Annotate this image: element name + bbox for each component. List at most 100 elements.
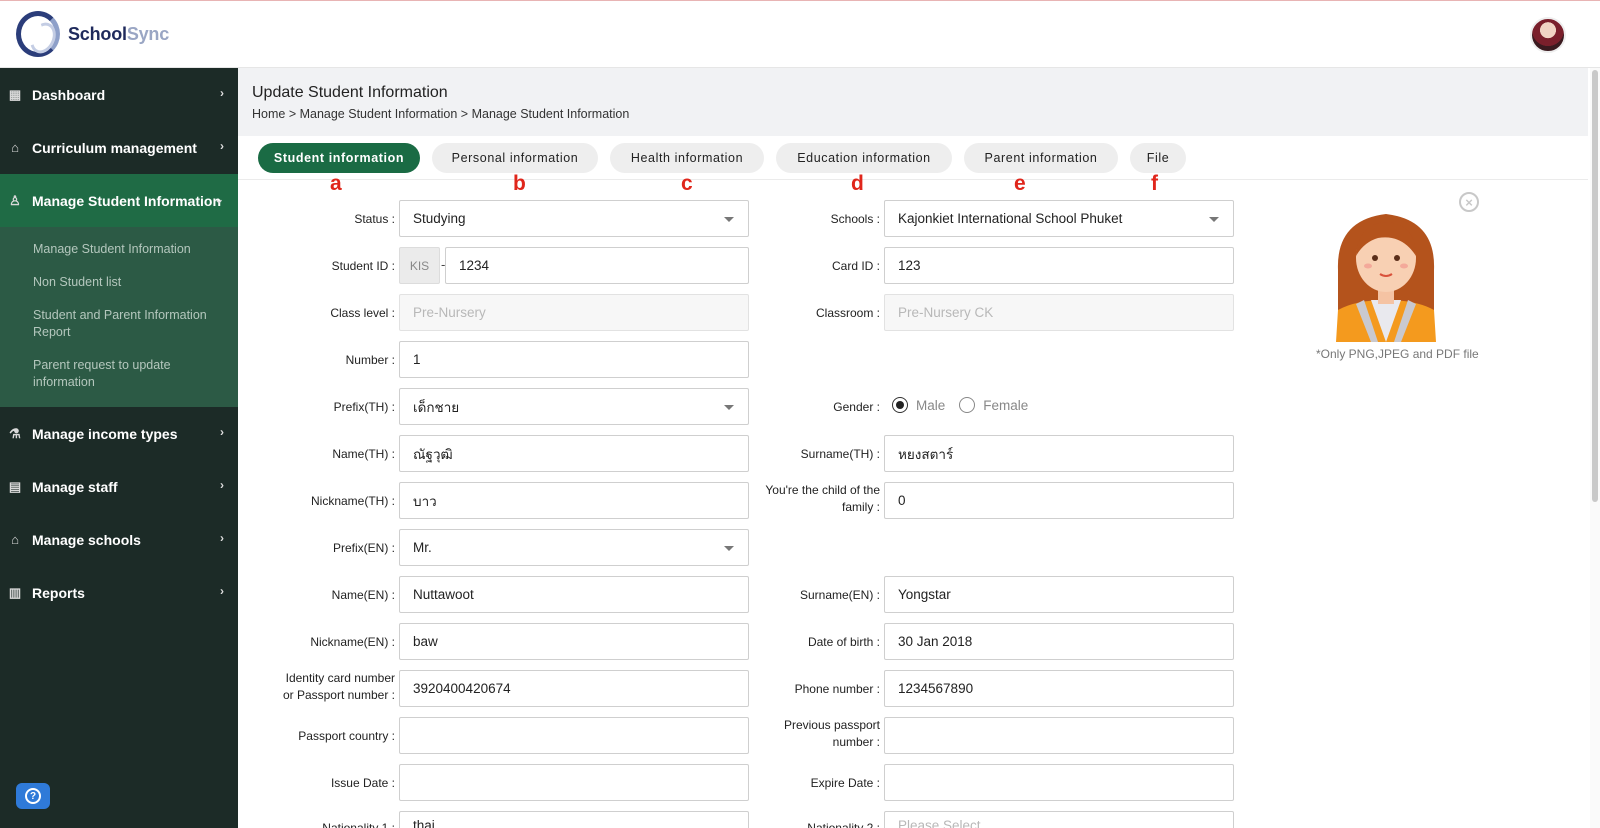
schoolsync-logo[interactable]: SchoolSync xyxy=(16,11,169,57)
submenu-item-manage-student[interactable]: Manage Student Information xyxy=(0,233,238,266)
gender-label: Gender : xyxy=(833,400,880,414)
sidebar-item-label: Manage Student Information xyxy=(32,192,221,209)
school-icon: ⌂ xyxy=(11,532,19,547)
tab-file[interactable]: File xyxy=(1130,143,1186,173)
sidebar-item-label: Manage schools xyxy=(32,531,141,548)
dob-label: Date of birth : xyxy=(807,635,880,649)
class-level-value: Pre-Nursery xyxy=(413,305,486,320)
remove-photo-button[interactable]: × xyxy=(1459,192,1479,212)
dob-input[interactable]: 30 Jan 2018 xyxy=(884,623,1234,660)
card-id-input[interactable]: 123 xyxy=(884,247,1234,284)
issue-date-label: Issue Date : xyxy=(330,776,395,790)
nickname-th-input[interactable]: บาว xyxy=(399,482,749,519)
surname-th-input[interactable]: หยงสตาร์ xyxy=(884,435,1234,472)
gender-female-label: Female xyxy=(983,397,1029,413)
page-title: Update Student Information xyxy=(252,84,448,101)
prefix-en-select[interactable]: Mr. xyxy=(399,529,749,566)
gender-male-label: Male xyxy=(916,397,946,413)
class-level-input: Pre-Nursery xyxy=(399,294,749,331)
identity-value: 3920400420674 xyxy=(413,681,511,696)
submenu-item-report[interactable]: Student and Parent Information Report xyxy=(0,299,238,349)
schools-value: Kajonkiet International School Phuket xyxy=(898,211,1123,226)
help-button[interactable]: ? xyxy=(16,783,50,809)
chevron-right-icon: › xyxy=(220,584,224,598)
staff-board-icon: ▤ xyxy=(8,478,22,494)
name-en-value: Nuttawoot xyxy=(413,587,474,602)
surname-en-label: Surname(EN) : xyxy=(799,588,880,602)
tab-education-information[interactable]: Education information xyxy=(776,143,952,173)
classroom-value: Pre-Nursery CK xyxy=(898,305,994,320)
student-id-value: 1234 xyxy=(459,258,490,273)
nationality2-label: Nationality 2 : xyxy=(807,821,880,828)
submenu-manage-student: Manage Student Information Non Student l… xyxy=(0,227,238,407)
child-of-family-input[interactable]: 0 xyxy=(884,482,1234,519)
status-label: Status : xyxy=(354,212,395,226)
brand-name-light: Sync xyxy=(126,23,170,44)
child-of-family-value: 0 xyxy=(898,493,906,508)
sidebar-item-staff[interactable]: ▤ Manage staff › xyxy=(0,460,238,513)
user-avatar[interactable] xyxy=(1530,17,1566,53)
tab-student-information[interactable]: Student information xyxy=(258,143,420,173)
prev-passport-input[interactable] xyxy=(884,717,1234,754)
name-th-label: Name(TH) : xyxy=(332,447,395,461)
nationality2-placeholder: Please Select xyxy=(898,818,981,828)
sidebar-item-reports[interactable]: ▥ Reports › xyxy=(0,566,238,619)
sidebar-item-curriculum[interactable]: ⌂ Curriculum management › xyxy=(0,121,238,174)
prefix-th-select[interactable]: เด็กชาย xyxy=(399,388,749,425)
sidebar: ▦ Dashboard › ⌂ Curriculum management › … xyxy=(0,68,238,828)
name-th-input[interactable]: ณัฐวุฒิ xyxy=(399,435,749,472)
prefix-th-value: เด็กชาย xyxy=(413,399,460,415)
sidebar-item-label: Dashboard xyxy=(32,86,106,103)
caret-down-icon xyxy=(724,217,734,222)
identity-label: Identity card number or Passport number : xyxy=(282,671,395,702)
passport-country-input[interactable] xyxy=(399,717,749,754)
card-id-label: Card ID : xyxy=(831,259,880,273)
phone-input[interactable]: 1234567890 xyxy=(884,670,1234,707)
gender-female-radio[interactable] xyxy=(959,397,976,413)
annotation-f: f xyxy=(1151,172,1158,195)
name-en-input[interactable]: Nuttawoot xyxy=(399,576,749,613)
sidebar-item-dashboard[interactable]: ▦ Dashboard › xyxy=(0,68,238,121)
question-icon: ? xyxy=(25,788,41,804)
status-value: Studying xyxy=(413,211,466,226)
sidebar-item-label: Reports xyxy=(32,584,85,601)
status-select[interactable]: Studying xyxy=(399,200,749,237)
chevron-right-icon: › xyxy=(220,425,224,439)
photo-file-note: *Only PNG,JPEG and PDF file xyxy=(1316,347,1479,361)
brand-name-strong: School xyxy=(68,23,127,44)
top-bar: SchoolSync xyxy=(0,0,1600,68)
identity-input[interactable]: 3920400420674 xyxy=(399,670,749,707)
gender-male-radio[interactable] xyxy=(892,397,908,413)
student-photo[interactable] xyxy=(1316,200,1456,342)
sidebar-item-manage-student[interactable]: ♙ Manage Student Information ⌄ xyxy=(0,174,238,227)
surname-en-input[interactable]: Yongstar xyxy=(884,576,1234,613)
caret-down-icon xyxy=(724,405,734,410)
nationality1-select[interactable]: thai xyxy=(399,811,749,828)
expire-date-input[interactable] xyxy=(884,764,1234,801)
caret-down-icon xyxy=(1209,217,1219,222)
issue-date-input[interactable] xyxy=(399,764,749,801)
phone-value: 1234567890 xyxy=(898,681,974,696)
breadcrumb: Home > Manage Student Information > Mana… xyxy=(252,107,630,121)
submenu-item-non-student[interactable]: Non Student list xyxy=(0,266,238,299)
nickname-en-value: baw xyxy=(413,634,438,649)
logo-mark-icon xyxy=(16,11,60,57)
student-id-input[interactable]: 1234 xyxy=(445,247,749,284)
flask-icon: ⚗ xyxy=(9,425,21,441)
schools-label: Schools : xyxy=(830,212,880,226)
tab-health-information[interactable]: Health information xyxy=(610,143,764,173)
nickname-en-input[interactable]: baw xyxy=(399,623,749,660)
schools-select[interactable]: Kajonkiet International School Phuket xyxy=(884,200,1234,237)
nationality2-select[interactable]: Please Select xyxy=(884,811,1234,828)
submenu-item-parent-request[interactable]: Parent request to update information xyxy=(0,349,238,399)
chevron-down-icon: ⌄ xyxy=(213,192,224,206)
sidebar-item-schools[interactable]: ⌂ Manage schools › xyxy=(0,513,238,566)
page-header: Update Student Information Home > Manage… xyxy=(238,68,1588,136)
annotation-e: e xyxy=(1014,172,1026,195)
tab-parent-information[interactable]: Parent information xyxy=(964,143,1118,173)
scrollbar-thumb[interactable] xyxy=(1592,70,1598,502)
sidebar-item-income-types[interactable]: ⚗ Manage income types › xyxy=(0,407,238,460)
tab-personal-information[interactable]: Personal information xyxy=(432,143,598,173)
caret-down-icon xyxy=(724,546,734,551)
number-input[interactable]: 1 xyxy=(399,341,749,378)
